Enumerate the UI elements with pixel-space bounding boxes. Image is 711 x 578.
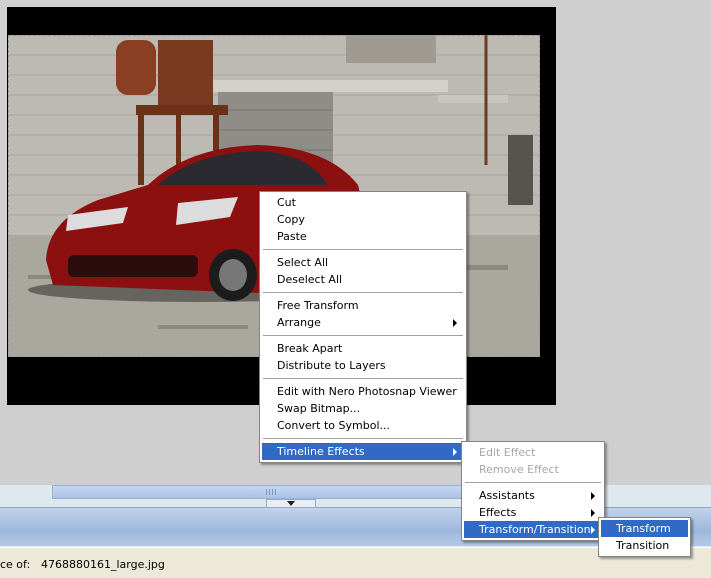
menu-item-paste[interactable]: Paste <box>262 228 464 245</box>
menu-item-label: Copy <box>277 213 305 226</box>
scrollbar-grip[interactable] <box>266 489 276 495</box>
submenu-arrow-icon <box>453 319 457 327</box>
menu-item-assistants[interactable]: Assistants <box>464 487 602 504</box>
menu-separator <box>263 438 463 439</box>
menu-item-free-transform[interactable]: Free Transform <box>262 297 464 314</box>
menu-item-transition[interactable]: Transition <box>601 537 688 554</box>
status-filename: 4768880161_large.jpg <box>41 558 165 571</box>
menu-item-label: Edit Effect <box>479 446 536 459</box>
menu-separator <box>263 378 463 379</box>
menu-item-swap-bitmap[interactable]: Swap Bitmap... <box>262 400 464 417</box>
timeline-effects-submenu: Edit Effect Remove Effect Assistants Eff… <box>461 441 605 541</box>
menu-item-label: Edit with Nero Photosnap Viewer <box>277 385 457 398</box>
menu-item-label: Select All <box>277 256 329 269</box>
menu-item-break-apart[interactable]: Break Apart <box>262 340 464 357</box>
menu-item-label: Assistants <box>479 489 535 502</box>
submenu-arrow-icon <box>591 509 595 517</box>
menu-item-remove-effect: Remove Effect <box>464 461 602 478</box>
menu-item-edit-effect: Edit Effect <box>464 444 602 461</box>
menu-separator <box>263 335 463 336</box>
menu-separator <box>465 482 601 483</box>
menu-item-transform[interactable]: Transform <box>601 520 688 537</box>
menu-item-copy[interactable]: Copy <box>262 211 464 228</box>
status-label: ce of: <box>0 558 31 571</box>
submenu-arrow-icon <box>453 448 457 456</box>
submenu-arrow-icon <box>591 492 595 500</box>
menu-item-cut[interactable]: Cut <box>262 194 464 211</box>
menu-item-label: Paste <box>277 230 307 243</box>
menu-item-edit-with-nero[interactable]: Edit with Nero Photosnap Viewer <box>262 383 464 400</box>
menu-item-label: Deselect All <box>277 273 343 286</box>
horizontal-scrollbar[interactable] <box>52 485 482 499</box>
arrow-down-icon <box>287 501 295 506</box>
menu-item-label: Timeline Effects <box>277 445 365 458</box>
menu-item-label: Remove Effect <box>479 463 559 476</box>
menu-item-convert-to-symbol[interactable]: Convert to Symbol... <box>262 417 464 434</box>
menu-item-label: Transition <box>616 539 670 552</box>
context-menu: Cut Copy Paste Select All Deselect All F… <box>259 191 467 463</box>
panel-collapse-button[interactable] <box>266 499 316 508</box>
menu-separator <box>263 249 463 250</box>
menu-item-label: Free Transform <box>277 299 359 312</box>
menu-item-label: Effects <box>479 506 517 519</box>
menu-item-effects[interactable]: Effects <box>464 504 602 521</box>
menu-item-distribute-to-layers[interactable]: Distribute to Layers <box>262 357 464 374</box>
menu-item-label: Break Apart <box>277 342 343 355</box>
menu-separator <box>263 292 463 293</box>
menu-item-transform-transition[interactable]: Transform/Transition <box>464 521 602 538</box>
menu-item-label: Cut <box>277 196 296 209</box>
menu-item-select-all[interactable]: Select All <box>262 254 464 271</box>
menu-item-label: Transform <box>616 522 671 535</box>
submenu-arrow-icon <box>591 526 595 534</box>
menu-item-label: Arrange <box>277 316 321 329</box>
menu-item-label: Swap Bitmap... <box>277 402 361 415</box>
menu-item-label: Transform/Transition <box>479 523 591 536</box>
menu-item-label: Convert to Symbol... <box>277 419 390 432</box>
menu-item-arrange[interactable]: Arrange <box>262 314 464 331</box>
menu-item-timeline-effects[interactable]: Timeline Effects <box>262 443 464 460</box>
transform-transition-submenu: Transform Transition <box>598 517 691 557</box>
menu-item-label: Distribute to Layers <box>277 359 386 372</box>
menu-item-deselect-all[interactable]: Deselect All <box>262 271 464 288</box>
